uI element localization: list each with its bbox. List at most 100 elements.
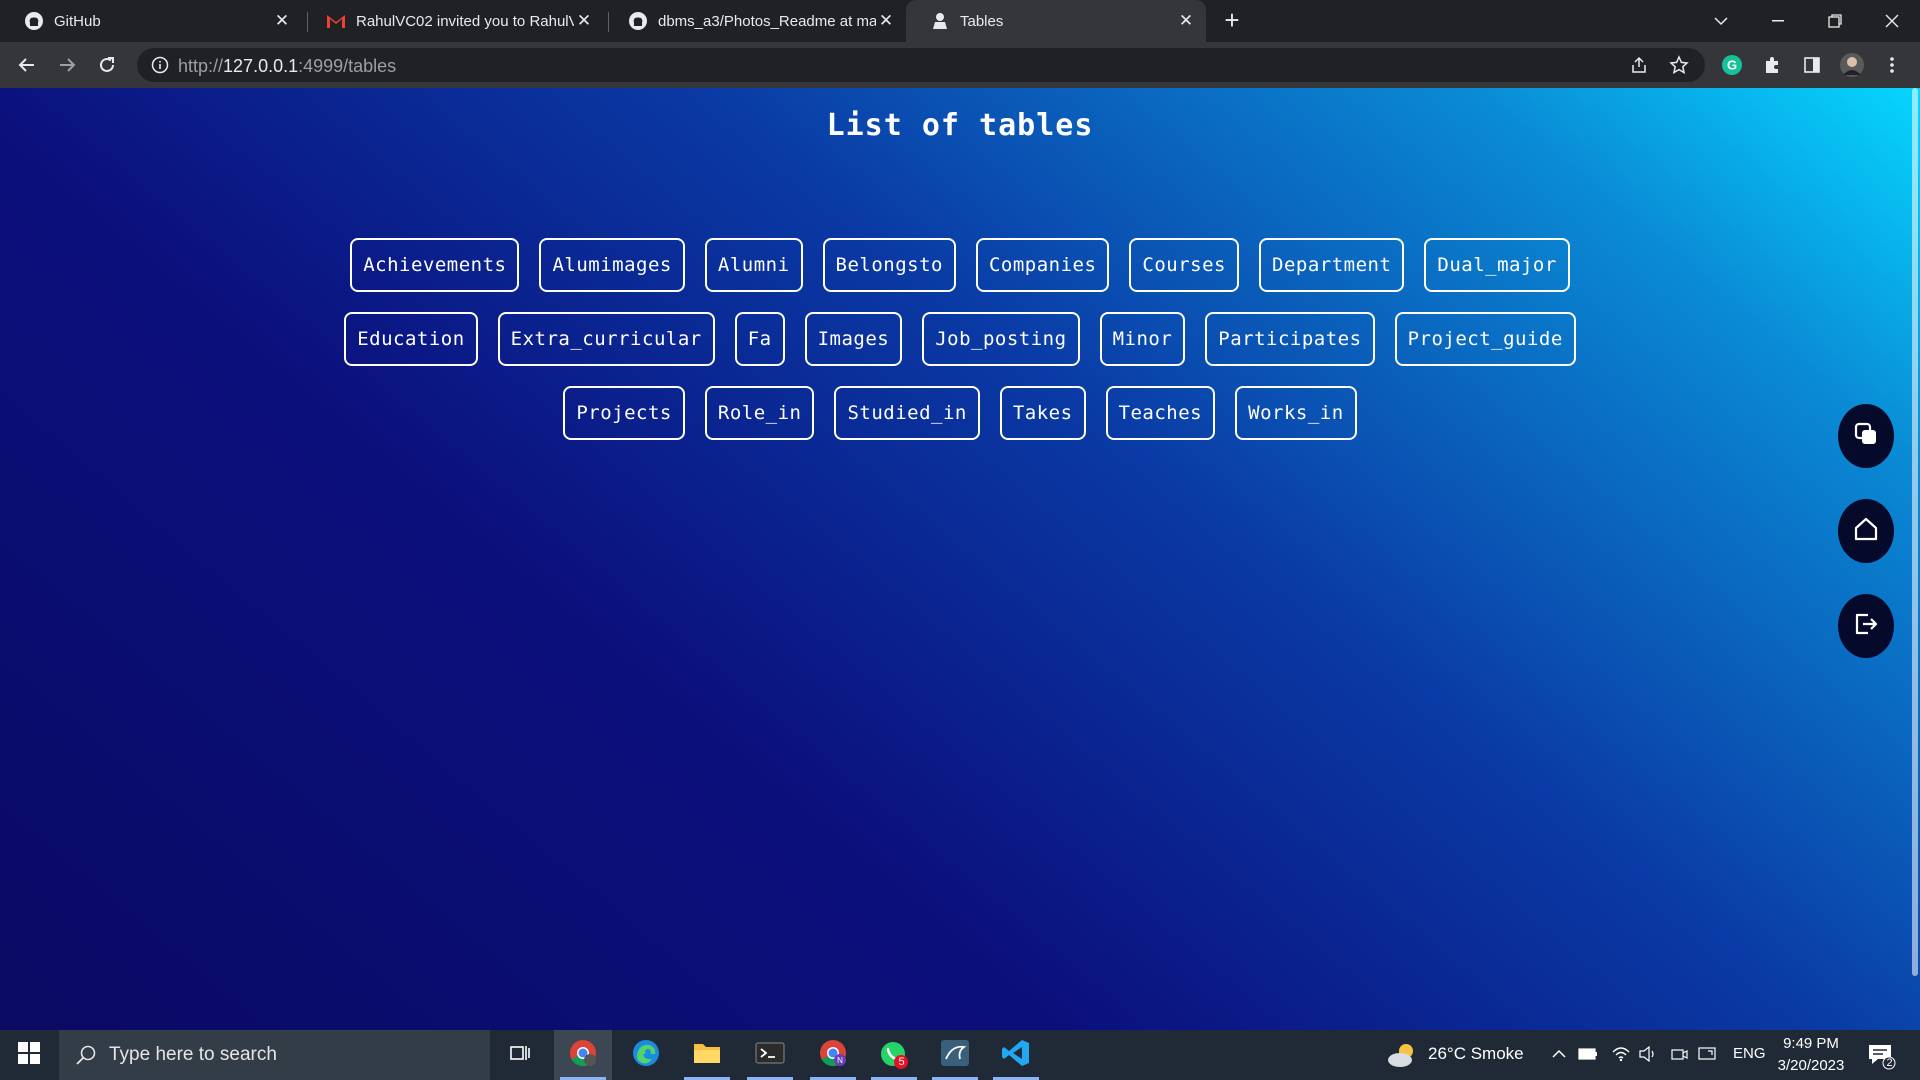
tab-github[interactable]: GitHub ✕: [0, 0, 302, 42]
dolphin-icon: [940, 1039, 970, 1072]
table-button-project-guide[interactable]: Project_guide: [1394, 312, 1576, 366]
chevron-up-icon[interactable]: [1549, 1044, 1569, 1064]
info-icon[interactable]: [151, 56, 169, 74]
battery-icon[interactable]: [1578, 1044, 1598, 1064]
logout-button[interactable]: [1838, 594, 1894, 658]
edge-icon: [631, 1038, 661, 1073]
weather-text[interactable]: 26°C Smoke: [1428, 1044, 1524, 1064]
page-scrollbar[interactable]: [1910, 88, 1920, 1030]
menu-icon[interactable]: [1878, 51, 1906, 79]
language-indicator[interactable]: ENG: [1733, 1045, 1766, 1062]
table-button-participates[interactable]: Participates: [1205, 312, 1375, 366]
close-icon[interactable]: ✕: [876, 11, 896, 31]
table-row-1: Achievements Alumimages Alumni Belongsto…: [0, 238, 1920, 292]
copy-button[interactable]: [1838, 404, 1894, 468]
back-icon[interactable]: [13, 51, 41, 79]
table-button-courses[interactable]: Courses: [1129, 238, 1239, 292]
url-path: :4999/tables: [298, 56, 397, 76]
taskbar-file-explorer[interactable]: [678, 1030, 736, 1080]
tab-strip: GitHub ✕ RahulVC02 invited you to RahulV…: [0, 0, 1920, 42]
page-content: List of tables Achievements Alumimages A…: [0, 88, 1920, 1030]
side-panel-icon[interactable]: [1798, 51, 1826, 79]
gmail-icon: [326, 11, 346, 31]
tab-title: RahulVC02 invited you to RahulV: [356, 12, 574, 30]
table-button-department[interactable]: Department: [1259, 238, 1405, 292]
grammarly-icon[interactable]: G: [1718, 51, 1746, 79]
windows-start-button[interactable]: [0, 1030, 58, 1080]
restore-icon[interactable]: [1806, 0, 1863, 42]
table-button-studied-in[interactable]: Studied_in: [834, 386, 980, 440]
notification-icon[interactable]: 2: [1866, 1040, 1896, 1070]
tab-tables[interactable]: Tables ✕: [906, 0, 1206, 42]
taskbar-chrome-profile[interactable]: [554, 1030, 612, 1080]
address-bar[interactable]: http://127.0.0.1:4999/tables: [137, 48, 1705, 82]
github-icon: [628, 11, 648, 31]
wifi-icon[interactable]: [1611, 1044, 1631, 1064]
table-button-role-in[interactable]: Role_in: [704, 386, 815, 440]
volume-icon[interactable]: [1638, 1044, 1658, 1064]
table-row-2: Education Extra_curricular Fa Images Job…: [0, 312, 1920, 366]
table-button-minor[interactable]: Minor: [1099, 312, 1186, 366]
table-button-fa[interactable]: Fa: [734, 312, 785, 366]
close-icon[interactable]: ✕: [1176, 11, 1196, 31]
taskbar-vscode[interactable]: [987, 1030, 1045, 1080]
svg-text:G: G: [1727, 58, 1737, 73]
new-tab-button[interactable]: +: [1218, 7, 1246, 35]
taskbar-mysql-workbench[interactable]: [926, 1030, 984, 1080]
table-button-alumimages[interactable]: Alumimages: [539, 238, 685, 292]
table-button-projects[interactable]: Projects: [563, 386, 685, 440]
table-button-teaches[interactable]: Teaches: [1105, 386, 1216, 440]
scrollbar-thumb[interactable]: [1912, 88, 1918, 976]
browser-toolbar: http://127.0.0.1:4999/tables G: [0, 42, 1920, 88]
table-button-works-in[interactable]: Works_in: [1235, 386, 1357, 440]
tab-title: dbms_a3/Photos_Readme at mai: [658, 12, 876, 30]
table-button-belongsto[interactable]: Belongsto: [822, 238, 956, 292]
tab-search-icon[interactable]: [1692, 0, 1749, 42]
tab-title: GitHub: [54, 12, 101, 30]
display-icon[interactable]: [1698, 1044, 1718, 1064]
taskbar-whatsapp[interactable]: 5: [865, 1030, 923, 1080]
table-button-job-posting[interactable]: Job_posting: [922, 312, 1080, 366]
home-icon: [1853, 516, 1879, 547]
camera-icon[interactable]: [1669, 1044, 1689, 1064]
table-button-extra-curricular[interactable]: Extra_curricular: [497, 312, 715, 366]
table-button-dual-major[interactable]: Dual_major: [1424, 238, 1570, 292]
url-scheme: http://: [178, 56, 224, 76]
taskbar-edge[interactable]: [617, 1030, 675, 1080]
taskbar-terminal[interactable]: [741, 1030, 799, 1080]
table-button-achievements[interactable]: Achievements: [350, 238, 520, 292]
extensions-icon[interactable]: [1758, 51, 1786, 79]
star-icon[interactable]: [1665, 51, 1693, 79]
folder-icon: [692, 1040, 722, 1071]
app-favicon: [930, 11, 950, 31]
task-view-button[interactable]: [491, 1030, 549, 1080]
table-button-alumni[interactable]: Alumni: [704, 238, 803, 292]
tab-github-readme[interactable]: dbms_a3/Photos_Readme at mai ✕: [604, 0, 906, 42]
table-button-takes[interactable]: Takes: [999, 386, 1086, 440]
taskbar: Type here to search N 5 26°C Smoke ENG 9…: [0, 1030, 1920, 1080]
task-view-icon: [509, 1043, 531, 1068]
clock-date: 3/20/2023: [1777, 1057, 1845, 1074]
taskbar-search-box[interactable]: Type here to search: [59, 1030, 490, 1080]
minimize-icon[interactable]: [1749, 0, 1806, 42]
share-icon[interactable]: [1625, 51, 1653, 79]
taskbar-chrome-second[interactable]: N: [804, 1030, 862, 1080]
reload-icon[interactable]: [93, 51, 121, 79]
close-icon[interactable]: ✕: [574, 11, 594, 31]
url-host: 127.0.0.1: [223, 56, 299, 76]
forward-icon[interactable]: [53, 51, 81, 79]
weather-icon[interactable]: [1386, 1042, 1420, 1068]
close-icon[interactable]: ✕: [272, 11, 292, 31]
search-icon: [75, 1044, 97, 1066]
whatsapp-icon: 5: [879, 1040, 909, 1070]
chrome-icon: [568, 1038, 598, 1073]
table-button-images[interactable]: Images: [804, 312, 903, 366]
close-window-icon[interactable]: [1863, 0, 1920, 42]
table-button-education[interactable]: Education: [344, 312, 478, 366]
clock[interactable]: 9:49 PM 3/20/2023: [1768, 1033, 1854, 1077]
profile-avatar[interactable]: [1838, 51, 1866, 79]
tab-gmail[interactable]: RahulVC02 invited you to RahulV ✕: [302, 0, 604, 42]
table-button-companies[interactable]: Companies: [975, 238, 1110, 292]
home-button[interactable]: [1838, 499, 1894, 563]
table-row-3: Projects Role_in Studied_in Takes Teache…: [0, 386, 1920, 440]
